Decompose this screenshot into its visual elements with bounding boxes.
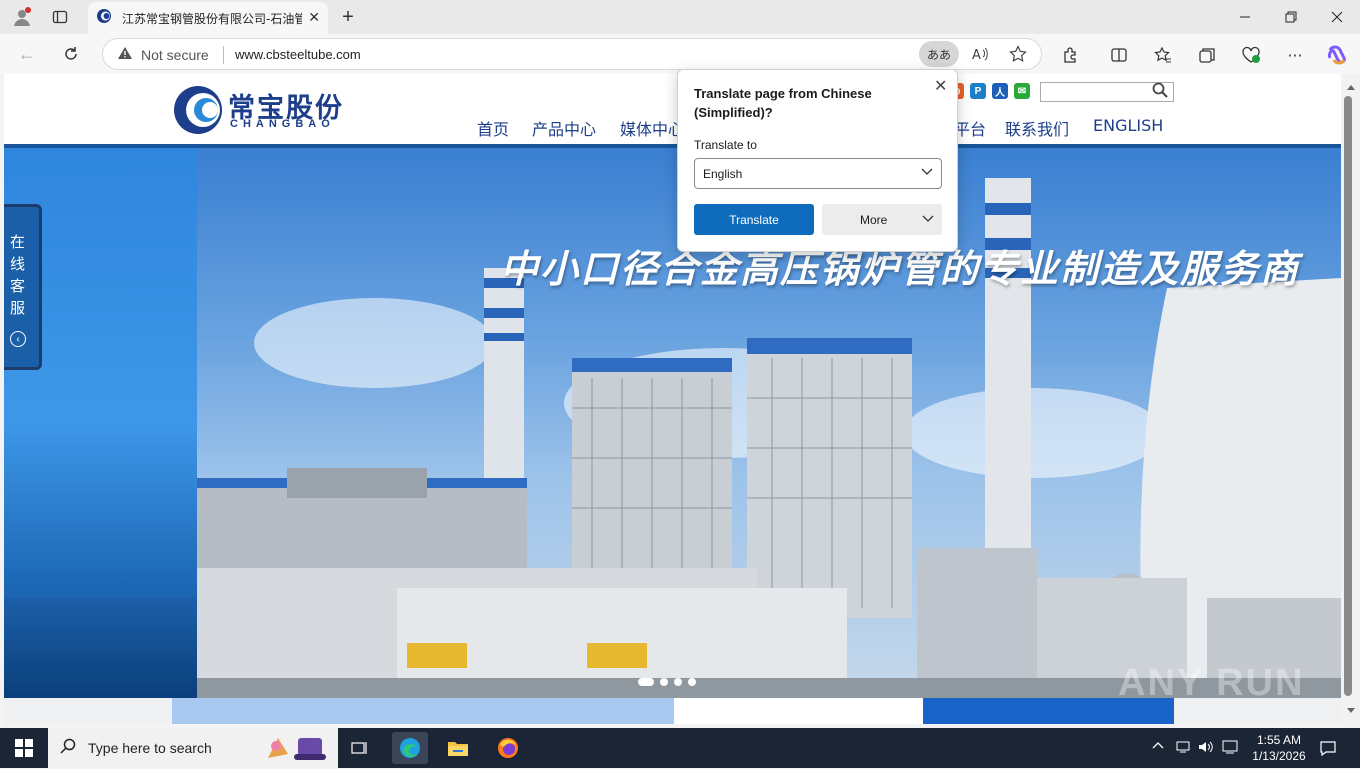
browser-essentials-icon[interactable] [1240,44,1262,66]
chevron-down-icon [922,212,934,227]
ime-icon[interactable] [1222,740,1238,757]
volume-icon[interactable] [1198,740,1214,757]
qzone-icon[interactable]: P [970,83,986,99]
favorites-icon[interactable] [1152,44,1174,66]
clock-time: 1:55 AM [1256,733,1302,747]
online-service-label: 在线客服 [10,233,26,317]
close-window-icon[interactable] [1314,0,1360,34]
notifications-icon[interactable] [1320,740,1336,759]
renren-icon[interactable]: 人 [992,83,1008,99]
site-navigation: 首页 产品中心 媒体中心 平台 联系我们 ENGLISH [4,116,1341,140]
translate-popup-title: Translate page from Chinese (Simplified)… [694,86,872,120]
firefox-icon[interactable] [490,732,526,764]
scrollbar-thumb[interactable] [1344,96,1352,696]
security-indicator[interactable]: Not secure [117,46,209,63]
search-highlight-icon [262,732,332,769]
chevron-left-icon[interactable]: ‹ [10,331,26,347]
carousel-dot[interactable] [660,678,668,686]
refresh-icon[interactable] [56,40,86,68]
search-icon [60,738,76,759]
taskbar-search-placeholder: Type here to search [88,740,212,756]
favorite-star-icon[interactable] [1009,45,1027,68]
active-tab[interactable]: 江苏常宝钢管股份有限公司-石油管 ✕ [88,2,328,34]
back-icon[interactable]: ← [12,40,42,68]
translate-page-icon[interactable]: ああ [919,41,959,67]
not-secure-label: Not secure [141,46,209,63]
edge-taskbar-icon[interactable] [392,732,428,764]
system-clock[interactable]: 1:55 AM 1/13/2026 [1246,732,1312,764]
translate-popup: Translate page from Chinese (Simplified)… [677,69,958,252]
selected-language: English [703,167,743,181]
strip-segment[interactable] [172,698,674,724]
split-screen-icon[interactable] [1108,44,1130,66]
windows-taskbar: Type here to search 1:55 AM 1/13/2026 [0,728,1360,768]
carousel-dot[interactable] [638,678,654,686]
nav-english[interactable]: ENGLISH [1093,116,1163,135]
more-button[interactable]: More [822,204,942,235]
wechat-icon[interactable]: ✉ [1014,83,1030,99]
svg-text:A: A [972,48,981,63]
nav-platform[interactable]: 平台 [954,116,986,140]
more-button-label: More [860,213,888,227]
nav-contact[interactable]: 联系我们 [1005,116,1069,140]
browser-toolbar: ← Not secure www.cbsteeltube.com ああ A ⋯ [0,34,1360,74]
tab-title: 江苏常宝钢管股份有限公司-石油管 [122,11,302,26]
translate-button[interactable]: Translate [694,204,814,235]
chevron-up-icon[interactable] [1152,740,1164,755]
address-divider [223,46,224,64]
online-service-tab[interactable]: 在线客服 ‹ [4,204,42,370]
nav-media[interactable]: 媒体中心 [620,116,684,140]
network-icon[interactable] [1176,740,1190,757]
read-aloud-icon[interactable]: A [971,45,989,68]
site-favicon-icon [96,8,112,29]
translate-to-label: Translate to [694,138,757,152]
collections-icon[interactable] [1196,44,1218,66]
task-view-icon[interactable] [342,732,378,764]
url-text[interactable]: www.cbsteeltube.com [235,47,361,62]
tab-close-icon[interactable]: ✕ [308,9,320,26]
restore-icon[interactable] [1268,0,1314,34]
sea-image [4,598,197,698]
strip-segment[interactable] [4,698,172,724]
carousel-dots [638,678,696,688]
page-viewport: 常宝股份 CHANGBAO ◉ P 人 ✉ 首页 产品中心 媒体中心 平台 联系… [4,74,1341,724]
new-tab-button[interactable]: + [334,3,362,31]
address-bar[interactable]: Not secure www.cbsteeltube.com ああ A [102,38,1042,70]
language-select[interactable]: English [694,158,942,189]
close-icon[interactable]: ✕ [934,76,947,96]
taskbar-search-box[interactable]: Type here to search [48,728,338,768]
anyrun-watermark: ANY RUN [1118,662,1305,704]
settings-menu-icon[interactable]: ⋯ [1284,44,1306,66]
carousel-dot[interactable] [688,678,696,686]
carousel-dot[interactable] [674,678,682,686]
strip-segment[interactable] [674,698,923,724]
minimize-icon[interactable] [1222,0,1268,34]
hero-banner[interactable]: 中小口径合金高压锅炉管的专业制造及服务商 [4,148,1341,698]
clock-date: 1/13/2026 [1252,749,1306,763]
windows-start-icon[interactable] [0,728,48,768]
file-explorer-icon[interactable] [440,732,476,764]
chevron-down-icon [921,165,933,180]
warning-icon [117,46,133,63]
tab-strip: 江苏常宝钢管股份有限公司-石油管 ✕ + [0,0,1360,34]
tab-actions-icon[interactable] [46,3,74,31]
copilot-icon[interactable] [1326,44,1348,66]
search-icon[interactable] [1152,82,1168,101]
nav-home[interactable]: 首页 [477,116,509,140]
extensions-icon[interactable] [1060,44,1082,66]
nav-products[interactable]: 产品中心 [532,116,596,140]
profile-icon[interactable] [8,3,36,31]
